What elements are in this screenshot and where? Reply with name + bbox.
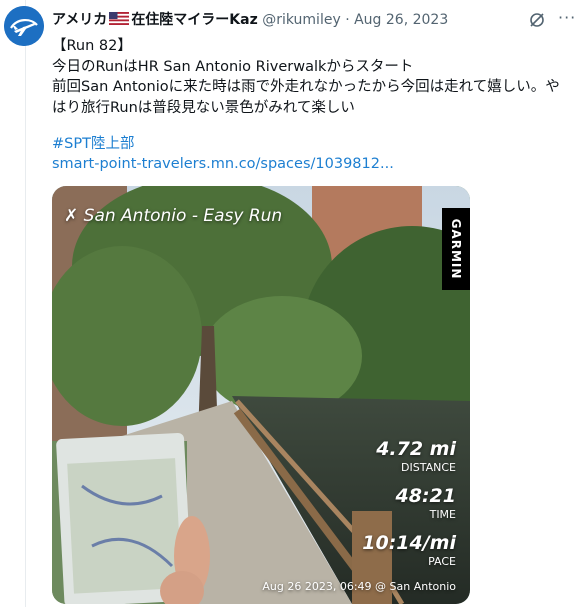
airplane-logo-icon [4,6,44,46]
tweet-text: 【Run 82】 今日のRunはHR San Antonio Riverwalk… [52,36,572,118]
tweet-date[interactable]: Aug 26, 2023 [354,12,448,28]
hashtag-link[interactable]: #SPT陸上部 [52,134,134,155]
url-link[interactable]: smart-point-travelers.mn.co/spaces/10398… [52,154,394,175]
activity-title: ✗ San Antonio - Easy Run [64,206,283,226]
distance-label: DISTANCE [401,461,456,474]
garmin-brand: GARMIN [449,218,463,280]
activity-title-text: San Antonio - Easy Run [83,206,283,226]
more-options-icon[interactable]: ··· [558,8,576,27]
thread-line [25,0,26,607]
header-separator: · [345,12,350,28]
us-flag-icon [109,12,130,25]
tweet-photo[interactable]: ✗ San Antonio - Easy Run GARMIN 4.72 mi … [52,186,470,604]
grok-icon[interactable] [528,11,546,29]
pace-label: PACE [428,555,456,568]
user-handle[interactable]: @rikumiley [262,12,341,28]
tweet-line-1: 【Run 82】 [52,38,132,54]
distance-value: 4.72 mi [376,438,456,460]
photo-caption: Aug 26 2023, 06:49 @ San Antonio [262,580,456,593]
display-name-suffix[interactable]: 在住陸マイラーKaz [131,12,257,28]
tweet-line-2: 今日のRunはHR San Antonio Riverwalkからスタート [52,58,414,75]
tweet-header: アメリカ 在住陸マイラーKaz @rikumiley · Aug 26, 202… [52,11,448,29]
time-value: 48:21 [395,485,456,507]
tweet-line-3: 前回San Antonioに来た時は雨で外走れなかったから今回は走れて嬉しい。や… [52,79,560,116]
display-name[interactable]: アメリカ [52,12,107,28]
pace-value: 10:14/mi [362,532,456,554]
avatar[interactable] [4,6,44,46]
time-label: TIME [429,508,456,521]
garmin-badge: GARMIN [442,208,470,290]
